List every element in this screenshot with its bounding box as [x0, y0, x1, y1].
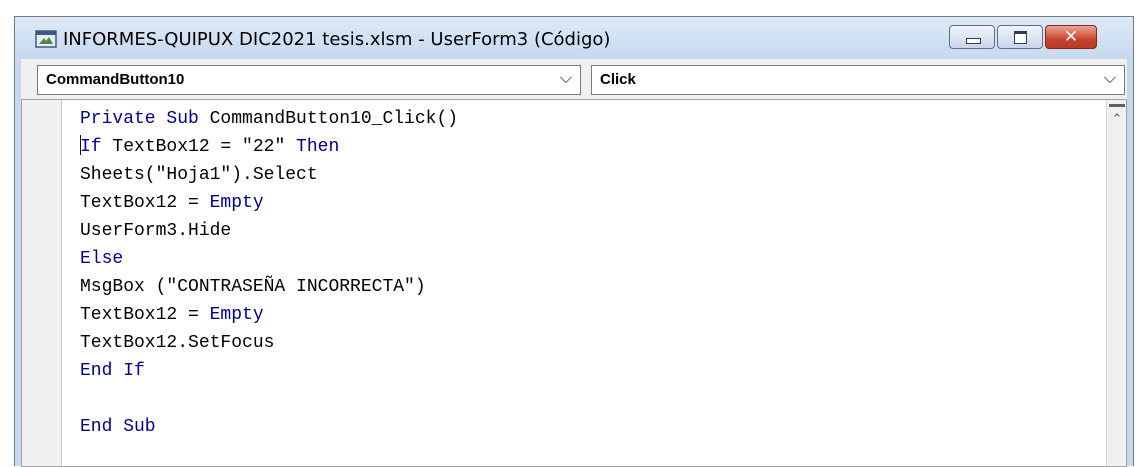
- minimize-button[interactable]: [949, 25, 995, 49]
- code-token: MsgBox ("CONTRASEÑA INCORRECTA"): [80, 277, 426, 297]
- code-line[interactable]: End If: [80, 357, 458, 385]
- code-keyword: End Sub: [80, 417, 156, 437]
- window-title: INFORMES-QUIPUX DIC2021 tesis.xlsm - Use…: [63, 29, 611, 50]
- code-keyword: Empty: [209, 193, 264, 213]
- vertical-scrollbar[interactable]: ⌃: [1106, 100, 1126, 466]
- code-line[interactable]: TextBox12.SetFocus: [80, 329, 458, 357]
- chevron-down-icon[interactable]: ⌵: [1104, 68, 1116, 88]
- indicator-margin[interactable]: [22, 100, 62, 466]
- code-keyword: Then: [296, 137, 340, 157]
- code-editor[interactable]: Private Sub CommandButton10_Click() If Te…: [21, 99, 1127, 467]
- object-dropdown-value: CommandButton10: [46, 71, 185, 88]
- code-line[interactable]: Else: [80, 245, 458, 273]
- code-token: TextBox12.SetFocus: [80, 333, 275, 353]
- scroll-up-icon[interactable]: ⌃: [1107, 112, 1127, 127]
- code-line[interactable]: [80, 385, 458, 413]
- code-token: CommandButton10_Click(): [209, 109, 459, 129]
- code-keyword: Private Sub: [80, 109, 210, 129]
- title-bar[interactable]: INFORMES-QUIPUX DIC2021 tesis.xlsm - Use…: [15, 17, 1133, 59]
- code-line[interactable]: Private Sub CommandButton10_Click(): [80, 105, 458, 133]
- code-token: Sheets("Hoja1").Select: [80, 165, 318, 185]
- code-line[interactable]: End Sub: [80, 413, 458, 441]
- vba-module-icon: [35, 30, 57, 48]
- code-line[interactable]: MsgBox ("CONTRASEÑA INCORRECTA"): [80, 273, 458, 301]
- maximize-icon: [1014, 31, 1027, 44]
- code-window: INFORMES-QUIPUX DIC2021 tesis.xlsm - Use…: [14, 16, 1134, 467]
- code-line[interactable]: TextBox12 = Empty: [80, 189, 458, 217]
- code-token: TextBox12 =: [80, 305, 210, 325]
- code-line[interactable]: If TextBox12 = "22" Then: [80, 133, 458, 161]
- code-keyword: If: [80, 137, 102, 157]
- code-line[interactable]: TextBox12 = Empty: [80, 301, 458, 329]
- maximize-button[interactable]: [997, 25, 1043, 49]
- code-keyword: Empty: [209, 305, 264, 325]
- close-button[interactable]: ✕: [1045, 25, 1097, 49]
- code-toolbar: CommandButton10 ⌵ Click ⌵: [21, 59, 1127, 99]
- code-token: TextBox12 =: [80, 193, 210, 213]
- split-bar[interactable]: [1109, 104, 1125, 107]
- procedure-dropdown[interactable]: Click ⌵: [591, 65, 1125, 95]
- minimize-icon: [966, 38, 981, 44]
- code-token: UserForm3.Hide: [80, 221, 232, 241]
- code-keyword: Else: [80, 249, 124, 269]
- code-line[interactable]: Sheets("Hoja1").Select: [80, 161, 458, 189]
- close-icon: ✕: [1063, 27, 1079, 47]
- code-text[interactable]: Private Sub CommandButton10_Click() If Te…: [80, 105, 458, 441]
- object-dropdown[interactable]: CommandButton10 ⌵: [37, 65, 581, 95]
- procedure-dropdown-value: Click: [600, 71, 636, 88]
- chevron-down-icon[interactable]: ⌵: [560, 68, 572, 88]
- code-keyword: End If: [80, 361, 145, 381]
- code-token: TextBox12 = "22": [101, 137, 297, 157]
- code-line[interactable]: UserForm3.Hide: [80, 217, 458, 245]
